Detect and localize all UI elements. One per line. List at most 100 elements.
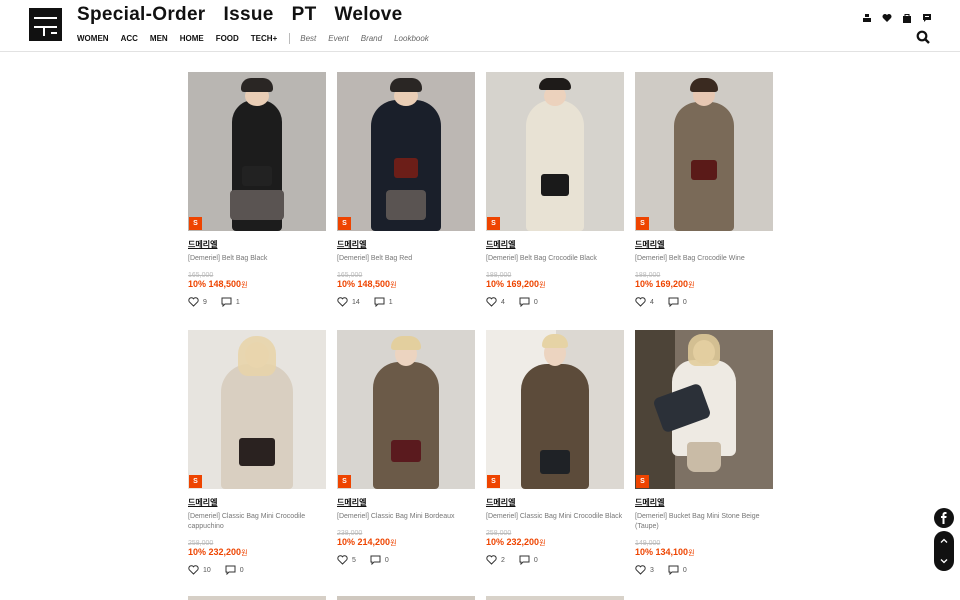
link-event[interactable]: Event [328, 34, 348, 43]
product-card-partial[interactable] [337, 596, 475, 600]
like-button[interactable]: 2 [486, 555, 505, 565]
top-menu-special-order[interactable]: Special-Order [77, 4, 206, 26]
heart-outline-icon [337, 297, 348, 307]
scroll-bottom-button[interactable] [934, 551, 954, 571]
product-card-partial[interactable] [188, 596, 326, 600]
product-card[interactable]: S 드메리엘 [Demeriel] Bucket Bag Mini Stone … [635, 330, 773, 575]
product-photo[interactable]: S [188, 72, 326, 231]
like-count: 10 [203, 566, 211, 574]
comment-button[interactable]: 0 [668, 565, 687, 575]
product-photo[interactable]: S [188, 330, 326, 489]
product-photo[interactable]: S [486, 330, 624, 489]
top-menu-pt[interactable]: PT [292, 4, 317, 26]
special-badge: S [189, 475, 202, 488]
user-icon[interactable] [862, 10, 872, 22]
product-name[interactable]: [Demeriel] Belt Bag Red [337, 254, 475, 264]
product-name[interactable]: [Demeriel] Classic Bag Mini Crocodile ca… [188, 512, 326, 532]
category-food[interactable]: FOOD [216, 34, 239, 43]
product-photo[interactable]: S [635, 330, 773, 489]
comment-count: 0 [239, 566, 244, 574]
link-lookbook[interactable]: Lookbook [394, 34, 429, 43]
category-men[interactable]: MEN [150, 34, 168, 43]
special-badge: S [338, 475, 351, 488]
chevron-down-icon [940, 559, 948, 564]
product-card[interactable]: S 드메리엘 [Demeriel] Belt Bag Black 165,000… [188, 72, 326, 307]
original-price: 188,000 [486, 272, 512, 279]
link-best[interactable]: Best [300, 34, 316, 43]
top-menu-issue[interactable]: Issue [224, 4, 274, 26]
product-name[interactable]: [Demeriel] Bucket Bag Mini Stone Beige (… [635, 512, 773, 532]
comment-button[interactable]: 1 [221, 297, 240, 307]
like-button[interactable]: 14 [337, 297, 360, 307]
brand-link[interactable]: 드메리엘 [486, 497, 624, 508]
like-count: 14 [352, 298, 360, 306]
category-women[interactable]: WOMEN [77, 34, 109, 43]
brand-link[interactable]: 드메리엘 [635, 239, 773, 250]
comment-button[interactable]: 0 [370, 555, 389, 565]
like-button[interactable]: 4 [635, 297, 654, 307]
sale-price: 10% 148,500원 [337, 279, 397, 289]
comment-icon [668, 297, 679, 307]
comment-button[interactable]: 0 [519, 297, 538, 307]
brand-link[interactable]: 드메리엘 [337, 497, 475, 508]
like-button[interactable]: 3 [635, 565, 654, 575]
category-tech[interactable]: TECH+ [251, 34, 277, 43]
comment-button[interactable]: 1 [374, 297, 393, 307]
product-stats: 4 0 [635, 297, 773, 307]
product-card-partial[interactable] [486, 596, 624, 600]
heart-icon[interactable] [882, 10, 892, 22]
comment-button[interactable]: 0 [668, 297, 687, 307]
heart-outline-icon [635, 565, 646, 575]
comment-count: 1 [235, 298, 240, 306]
product-card[interactable]: S 드메리엘 [Demeriel] Belt Bag Red 165,000 1… [337, 72, 475, 307]
shopping-bag-icon[interactable] [902, 10, 912, 23]
link-brand[interactable]: Brand [361, 34, 382, 43]
brand-link[interactable]: 드메리엘 [635, 497, 773, 508]
brand-link[interactable]: 드메리엘 [337, 239, 475, 250]
facebook-button[interactable] [934, 508, 954, 528]
product-photo[interactable]: S [635, 72, 773, 231]
heart-outline-icon [486, 297, 497, 307]
sale-price: 10% 169,200원 [635, 279, 695, 289]
product-card[interactable]: S 드메리엘 [Demeriel] Belt Bag Crocodile Bla… [486, 72, 624, 307]
category-menu: WOMEN ACC MEN HOME FOOD TECH+ Best Event… [77, 33, 441, 44]
comment-count: 0 [533, 298, 538, 306]
category-acc[interactable]: ACC [121, 34, 138, 43]
scroll-top-button[interactable] [934, 531, 954, 551]
comment-icon [668, 565, 679, 575]
like-count: 9 [203, 298, 207, 306]
chat-icon[interactable] [922, 10, 932, 22]
brand-link[interactable]: 드메리엘 [486, 239, 624, 250]
product-card[interactable]: S 드메리엘 [Demeriel] Classic Bag Mini Croco… [486, 330, 624, 565]
category-home[interactable]: HOME [180, 34, 204, 43]
search-icon[interactable] [916, 30, 930, 44]
like-button[interactable]: 4 [486, 297, 505, 307]
product-name[interactable]: [Demeriel] Classic Bag Mini Bordeaux [337, 512, 475, 522]
original-price: 258,000 [188, 540, 214, 547]
product-photo[interactable]: S [486, 72, 624, 231]
like-button[interactable]: 9 [188, 297, 207, 307]
product-name[interactable]: [Demeriel] Belt Bag Crocodile Wine [635, 254, 773, 264]
brand-link[interactable]: 드메리엘 [188, 497, 326, 508]
comment-button[interactable]: 0 [225, 565, 244, 575]
heart-outline-icon [188, 565, 199, 575]
site-header: Special-Order Issue PT Welove WOMEN ACC … [0, 0, 960, 52]
product-name[interactable]: [Demeriel] Belt Bag Crocodile Black [486, 254, 624, 264]
product-card[interactable]: S 드메리엘 [Demeriel] Classic Bag Mini Borde… [337, 330, 475, 565]
special-badge: S [636, 217, 649, 230]
site-logo[interactable] [29, 8, 62, 41]
product-photo[interactable]: S [337, 330, 475, 489]
like-count: 4 [650, 298, 654, 306]
product-photo[interactable]: S [337, 72, 475, 231]
product-card[interactable]: S 드메리엘 [Demeriel] Belt Bag Crocodile Win… [635, 72, 773, 307]
comment-button[interactable]: 0 [519, 555, 538, 565]
like-button[interactable]: 5 [337, 555, 356, 565]
top-menu-welove[interactable]: Welove [335, 4, 403, 26]
brand-link[interactable]: 드메리엘 [188, 239, 326, 250]
product-card[interactable]: S 드메리엘 [Demeriel] Classic Bag Mini Croco… [188, 330, 326, 575]
like-button[interactable]: 10 [188, 565, 211, 575]
product-stats: 3 0 [635, 565, 773, 575]
product-name[interactable]: [Demeriel] Belt Bag Black [188, 254, 326, 264]
like-count: 3 [650, 566, 654, 574]
product-name[interactable]: [Demeriel] Classic Bag Mini Crocodile Bl… [486, 512, 624, 522]
